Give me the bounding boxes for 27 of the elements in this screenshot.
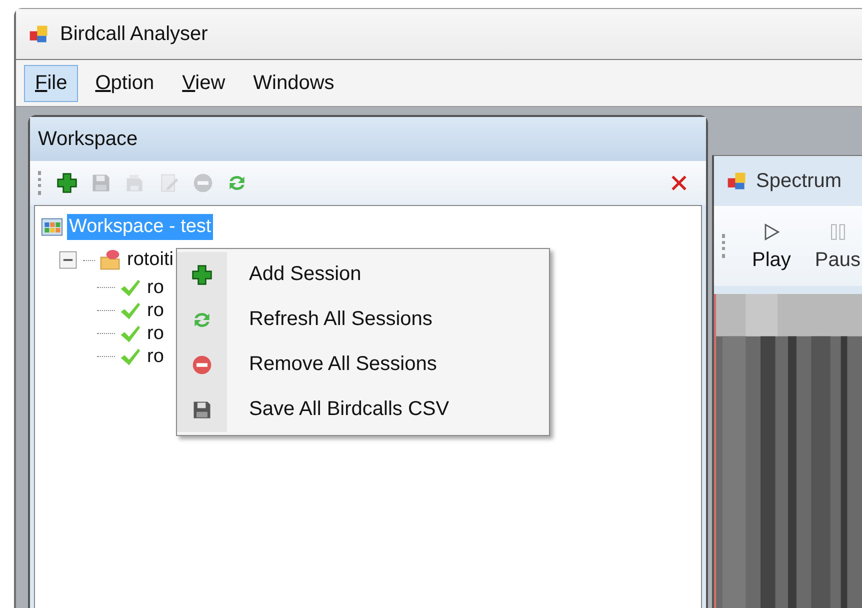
menu-item[interactable]: Add Session <box>177 252 549 297</box>
tree-item[interactable]: ro <box>145 298 166 324</box>
app-icon <box>726 170 748 192</box>
collapse-icon[interactable] <box>57 249 79 271</box>
menu-item[interactable]: Remove All Sessions <box>177 342 549 387</box>
menu-item[interactable]: File <box>24 64 78 102</box>
menu-item[interactable]: Refresh All Sessions <box>177 297 549 342</box>
panel-title: Spectrum <box>756 170 842 192</box>
tree-item[interactable]: ro <box>145 320 166 346</box>
grid-icon <box>41 216 63 238</box>
menu-item[interactable]: View <box>171 64 236 102</box>
panel-title: Workspace <box>30 117 706 161</box>
minus-circle-icon <box>191 354 213 376</box>
menu-item[interactable]: Option <box>84 64 166 102</box>
tree-item[interactable]: rotoiti <box>125 247 176 273</box>
app-icon <box>28 23 50 45</box>
tree-item[interactable]: ro <box>145 344 166 370</box>
tree-item[interactable]: ro <box>145 274 166 300</box>
grip-icon <box>722 234 728 258</box>
grip-icon <box>38 171 44 195</box>
plus-icon[interactable] <box>56 172 78 194</box>
plus-icon <box>191 264 213 286</box>
menu-item[interactable]: Windows <box>242 64 346 102</box>
folder-icon <box>99 249 121 271</box>
window-title: Birdcall Analyser <box>60 22 208 46</box>
toolbar-button[interactable]: Play <box>752 220 791 272</box>
menu-item[interactable]: Save All Birdcalls CSV <box>177 387 549 432</box>
